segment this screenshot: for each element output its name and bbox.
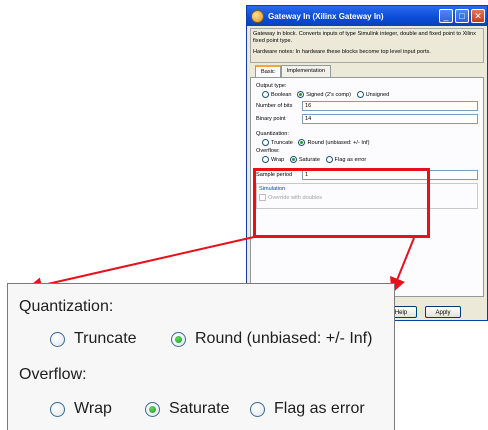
left-arrow — [26, 236, 255, 294]
zoom-round-radio[interactable] — [171, 331, 186, 347]
zoom-flag-error-radio[interactable] — [250, 401, 265, 417]
zoom-flag-error-option[interactable]: Flag as error — [250, 400, 365, 418]
zoom-saturate-radio[interactable] — [145, 401, 160, 417]
zoom-flag-error-label: Flag as error — [274, 400, 365, 417]
zoom-wrap-radio[interactable] — [50, 401, 65, 417]
zoom-saturate-option[interactable]: Saturate — [145, 400, 229, 418]
zoom-quantization-label: Quantization: — [19, 298, 114, 315]
zoom-truncate-option[interactable]: Truncate — [50, 330, 137, 348]
zoom-truncate-radio[interactable] — [50, 331, 65, 347]
zoom-round-option[interactable]: Round (unbiased: +/- Inf) — [171, 330, 372, 348]
zoom-wrap-label: Wrap — [74, 400, 112, 417]
right-arrow — [390, 237, 415, 294]
zoom-round-label: Round (unbiased: +/- Inf) — [195, 330, 373, 347]
zoom-truncate-label: Truncate — [74, 330, 137, 347]
zoom-saturate-label: Saturate — [169, 400, 230, 417]
zoom-overflow-label: Overflow: — [19, 366, 87, 383]
zoomed-detail-panel: Quantization: Truncate Round (unbiased: … — [7, 283, 395, 430]
zoom-wrap-option[interactable]: Wrap — [50, 400, 112, 418]
